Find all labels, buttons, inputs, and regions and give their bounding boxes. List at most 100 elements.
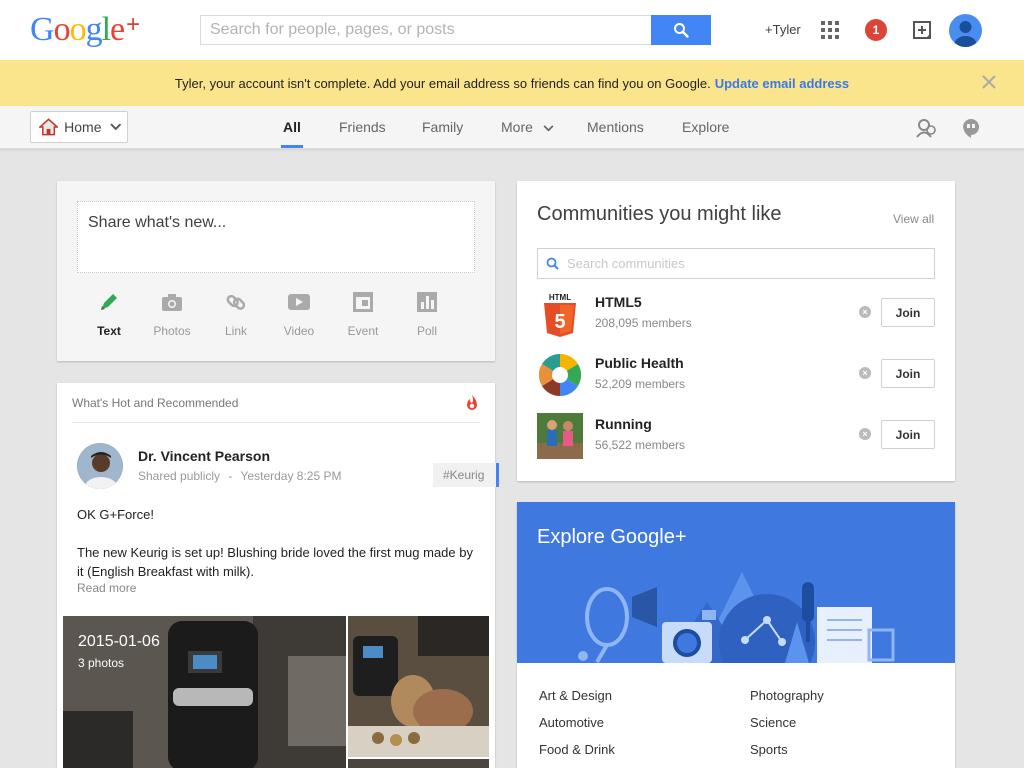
profile-link[interactable]: +Tyler <box>765 22 801 37</box>
post-meta: Shared publicly - Yesterday 8:25 PM <box>138 469 341 483</box>
tab-family[interactable]: Family <box>422 119 463 135</box>
post-timestamp[interactable]: Yesterday 8:25 PM <box>241 469 342 483</box>
view-all-link[interactable]: View all <box>893 212 934 226</box>
tab-more[interactable]: More <box>501 119 554 135</box>
community-members: 208,095 members <box>595 316 692 330</box>
dismiss-icon[interactable]: × <box>859 428 871 440</box>
album-photo-third[interactable] <box>348 759 489 768</box>
house-icon <box>39 118 59 136</box>
html5-logo-icon[interactable]: HTML 5 <box>537 291 583 337</box>
stream-nav-bar: Home All Friends Family More Mentions Ex… <box>0 106 1024 149</box>
album-photo-side[interactable] <box>348 616 489 757</box>
video-icon <box>288 294 310 310</box>
album-photo-count: 3 photos <box>78 656 125 670</box>
tab-more-label: More <box>501 119 533 135</box>
home-label: Home <box>64 119 102 135</box>
community-row: Public Health 52,209 members × Join <box>537 352 935 402</box>
event-icon <box>353 292 373 312</box>
explore-card: Explore Google+ Art & Design Automotive … <box>517 502 955 768</box>
update-email-link[interactable]: Update email address <box>715 76 849 91</box>
explore-link[interactable]: Food & Drink <box>539 742 615 757</box>
community-members: 52,209 members <box>595 377 686 391</box>
share-video-button[interactable]: Video <box>269 291 329 338</box>
dismiss-icon[interactable]: × <box>859 306 871 318</box>
share-photos-button[interactable]: Photos <box>142 291 202 338</box>
hashtag-chip[interactable]: #Keurig <box>433 463 499 487</box>
search-icon <box>674 23 689 38</box>
community-row: Running 56,522 members × Join <box>537 413 935 463</box>
person-photo <box>77 443 123 489</box>
join-button[interactable]: Join <box>881 298 935 327</box>
tab-all[interactable]: All <box>283 119 301 135</box>
post-author[interactable]: Dr. Vincent Pearson <box>138 448 270 464</box>
share-event-button[interactable]: Event <box>333 291 393 338</box>
circles-icon[interactable] <box>915 117 937 139</box>
tab-friends[interactable]: Friends <box>339 119 386 135</box>
camera-icon <box>162 294 182 311</box>
share-input[interactable]: Share what's new... <box>77 201 475 273</box>
banner-message: Tyler, your account isn't complete. Add … <box>174 75 711 91</box>
read-more-link[interactable]: Read more <box>77 581 136 595</box>
community-members: 56,522 members <box>595 438 686 452</box>
explore-illustration <box>578 572 895 663</box>
community-search-box[interactable] <box>537 248 935 279</box>
post-text: The new Keurig is set up! Blushing bride… <box>77 545 473 579</box>
share-poll-button[interactable]: Poll <box>397 291 457 338</box>
join-button[interactable]: Join <box>881 420 935 449</box>
pencil-icon <box>101 294 117 310</box>
notification-badge[interactable]: 1 <box>865 19 887 41</box>
community-name[interactable]: Running <box>595 416 652 432</box>
album-date: 2015-01-06 <box>78 633 160 650</box>
community-name[interactable]: HTML5 <box>595 294 642 310</box>
author-avatar[interactable] <box>77 443 123 489</box>
search-icon <box>546 257 559 270</box>
close-icon[interactable] <box>980 73 998 91</box>
search-input[interactable] <box>200 15 652 45</box>
account-incomplete-banner: Tyler, your account isn't complete. Add … <box>0 60 1024 106</box>
explore-link[interactable]: Art & Design <box>539 688 612 703</box>
explore-link[interactable]: Automotive <box>539 715 604 730</box>
active-tab-indicator <box>281 145 303 148</box>
post-visibility[interactable]: Shared publicly <box>138 469 220 483</box>
post-text: OK G+Force! <box>77 507 154 522</box>
album-photo-main[interactable]: 2015-01-06 3 photos <box>63 616 346 768</box>
google-plus-logo[interactable]: Google+ <box>30 11 140 49</box>
chevron-down-icon <box>543 125 554 132</box>
top-bar: Google+ +Tyler 1 <box>0 0 1024 60</box>
explore-link[interactable]: Sports <box>750 742 788 757</box>
share-box: Share what's new... Text Photos Link Vid… <box>57 181 495 361</box>
meta-separator: - <box>228 469 233 483</box>
tea-pour-photo <box>348 616 489 757</box>
explore-link[interactable]: Photography <box>750 688 824 703</box>
svg-text:5: 5 <box>554 311 565 333</box>
explore-link[interactable]: Science <box>750 715 796 730</box>
chevron-down-icon <box>109 123 121 131</box>
flame-icon <box>467 395 477 410</box>
share-link-button[interactable]: Link <box>206 291 266 338</box>
share-plus-icon[interactable] <box>912 20 932 40</box>
join-button[interactable]: Join <box>881 359 935 388</box>
section-title: What's Hot and Recommended <box>72 396 239 410</box>
home-menu-button[interactable]: Home <box>30 111 128 143</box>
community-row: HTML 5 HTML5 208,095 members × Join <box>537 291 935 341</box>
share-text-button[interactable]: Text <box>79 291 139 338</box>
divider <box>72 422 480 423</box>
community-name[interactable]: Public Health <box>595 355 684 371</box>
explore-banner[interactable]: Explore Google+ <box>517 502 955 663</box>
poll-icon <box>417 292 437 312</box>
svg-text:HTML: HTML <box>549 293 571 302</box>
communities-card: Communities you might like View all HTML… <box>517 181 955 481</box>
avatar[interactable] <box>949 14 982 47</box>
tab-explore[interactable]: Explore <box>682 119 729 135</box>
search-button[interactable] <box>651 15 711 45</box>
tab-mentions[interactable]: Mentions <box>587 119 644 135</box>
post-card: What's Hot and Recommended Dr. Vincent P… <box>57 383 499 768</box>
running-photo-icon[interactable] <box>537 413 583 459</box>
link-icon <box>226 294 246 310</box>
apps-grid-icon[interactable] <box>821 21 839 39</box>
dismiss-icon[interactable]: × <box>859 367 871 379</box>
public-health-logo-icon[interactable] <box>537 352 583 398</box>
hangouts-icon[interactable] <box>960 117 982 139</box>
communities-title: Communities you might like <box>537 203 782 225</box>
community-search-input[interactable] <box>567 256 927 271</box>
